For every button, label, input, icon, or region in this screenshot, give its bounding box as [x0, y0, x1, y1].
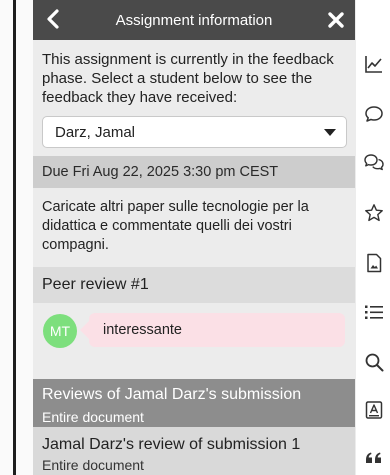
panel-header: Assignment information: [33, 0, 355, 40]
file-image-icon[interactable]: [364, 253, 384, 273]
right-tool-rail: [355, 0, 390, 475]
review-of-submission-item[interactable]: Jamal Darz's review of submission 1 Enti…: [33, 427, 355, 475]
peer-review-heading: Peer review #1: [33, 267, 355, 303]
avatar-initials: MT: [49, 323, 71, 339]
student-select[interactable]: Darz, Jamal: [42, 116, 347, 148]
assignment-description: Caricate altri paper sulle tecnologie pe…: [42, 199, 309, 253]
text-box-icon[interactable]: [364, 400, 384, 420]
review-of-submission-title: Jamal Darz's review of submission 1: [42, 436, 301, 453]
student-select-value: Darz, Jamal: [55, 123, 136, 141]
assignment-info-panel: Assignment information This assignment i…: [33, 0, 355, 475]
star-icon[interactable]: [364, 203, 384, 223]
due-date-bar: Due Fri Aug 22, 2025 3:30 pm CEST: [33, 156, 355, 188]
review-of-submission-subtitle: Entire document: [42, 457, 144, 473]
reviews-of-submission-title: Reviews of Jamal Darz's submission: [42, 386, 302, 403]
chart-line-icon[interactable]: [364, 54, 384, 74]
comment-text: interessante: [103, 322, 182, 338]
quote-icon[interactable]: [364, 448, 384, 468]
search-icon[interactable]: [364, 352, 384, 372]
caret-down-icon: [324, 129, 336, 136]
left-divider: [13, 0, 16, 475]
comment-bubble[interactable]: interessante: [80, 313, 345, 347]
comment-icon[interactable]: [364, 104, 384, 124]
peer-review-title: Peer review #1: [42, 276, 149, 293]
chevron-left-icon[interactable]: [43, 8, 65, 30]
panel-title: Assignment information: [115, 11, 273, 29]
due-date: Due Fri Aug 22, 2025 3:30 pm CEST: [42, 164, 279, 180]
peer-review-comment: MT interessante: [33, 303, 355, 361]
comments-icon[interactable]: [364, 152, 384, 172]
left-edge: [0, 0, 36, 475]
reviews-of-submission-subtitle: Entire document: [42, 409, 144, 425]
reviews-of-submission-header[interactable]: Reviews of Jamal Darz's submission Entir…: [33, 379, 355, 427]
feedback-phase-intro: This assignment is currently in the feed…: [42, 51, 334, 106]
list-icon[interactable]: [364, 302, 384, 322]
avatar: MT: [43, 314, 77, 348]
close-icon[interactable]: [325, 9, 347, 31]
